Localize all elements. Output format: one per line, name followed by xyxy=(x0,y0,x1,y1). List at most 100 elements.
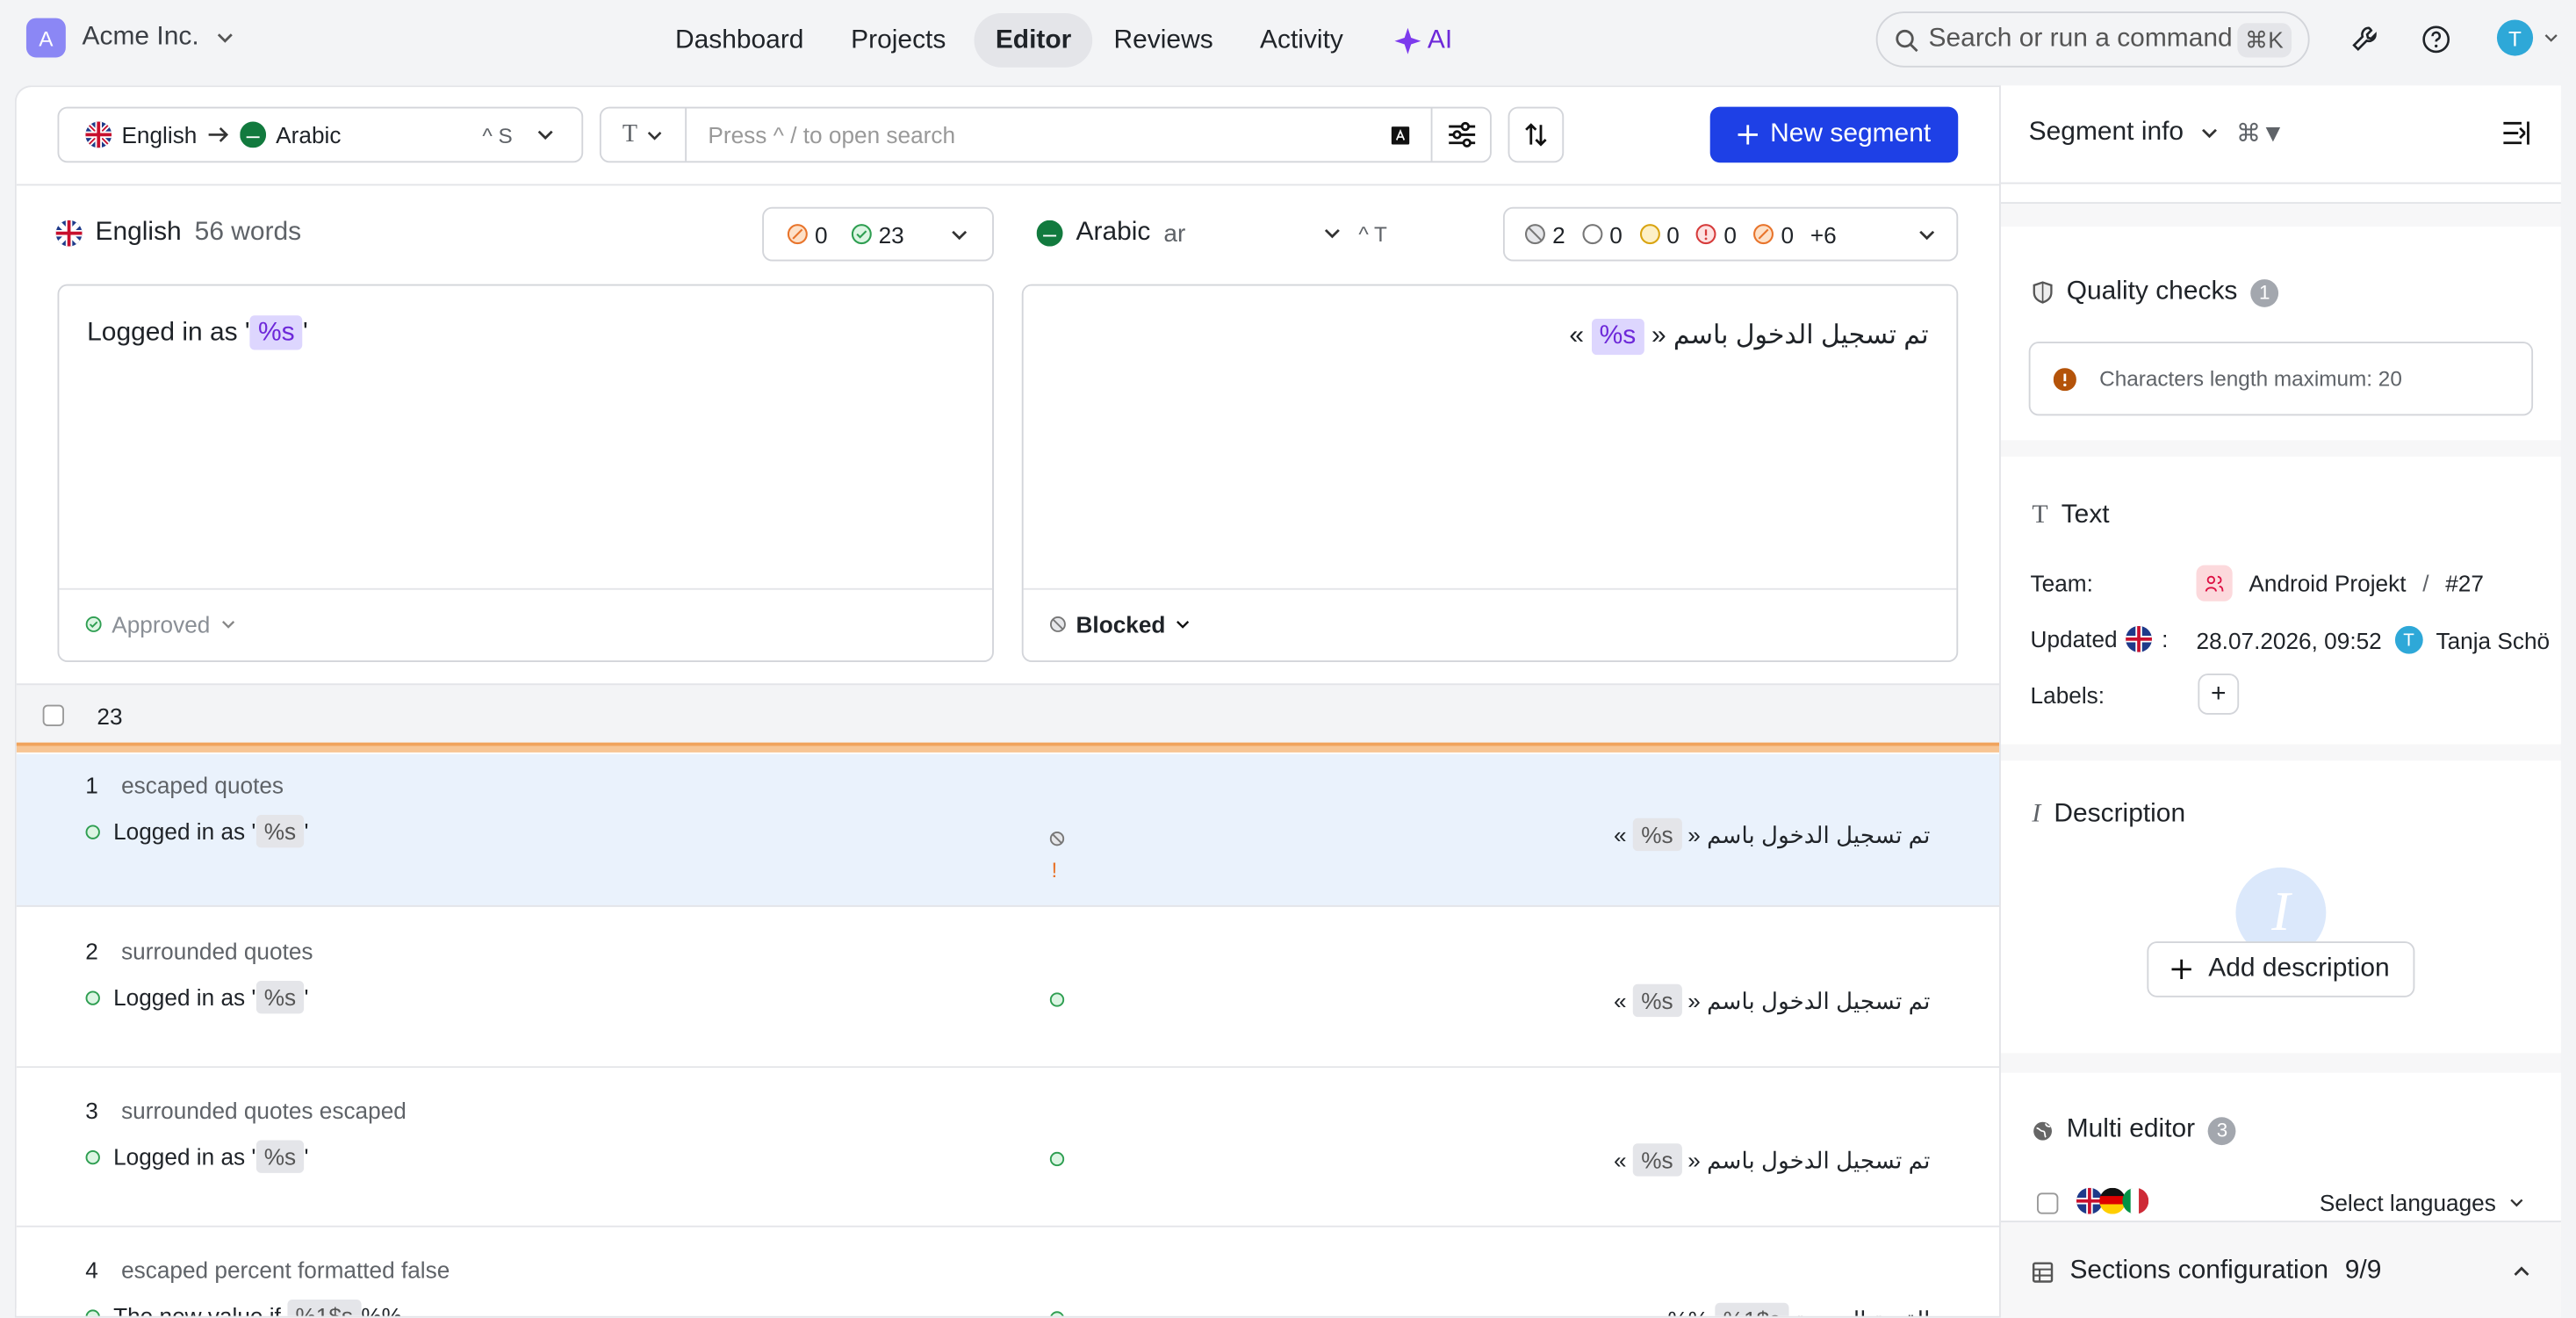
sections-count: 9/9 xyxy=(2344,1257,2382,1286)
sections-title: Sections configuration xyxy=(2069,1257,2329,1286)
segment-target: تم تسجيل الدخول باسم « %s » xyxy=(1614,817,1930,852)
empty-count-value: 0 xyxy=(1609,220,1623,248)
command-search[interactable]: Search or run a command ⌘K xyxy=(1875,11,2310,68)
tab-ai-label: AI xyxy=(1427,25,1453,54)
unreviewed-count-value: 0 xyxy=(1781,220,1795,248)
segment-id: #27 xyxy=(2445,570,2484,597)
sections-header: Sections configuration 9/9 xyxy=(2032,1257,2381,1286)
segment-header: 3 surrounded quotes escaped xyxy=(85,1098,407,1124)
placeholder-tag: %s xyxy=(1632,817,1681,852)
target-editor[interactable]: تم تسجيل الدخول باسم « %s » Blocked xyxy=(1021,284,1959,663)
tab-ai[interactable]: AI xyxy=(1373,13,1473,68)
help-icon[interactable] xyxy=(2414,18,2457,61)
quality-header: Quality checks 1 xyxy=(2032,277,2279,307)
sparkle-icon xyxy=(1394,26,1421,54)
segment-number: 3 xyxy=(85,1097,98,1124)
select-languages-dropdown[interactable]: Select languages xyxy=(2320,1190,2526,1216)
sections-configuration[interactable]: Sections configuration 9/9 xyxy=(2000,1221,2561,1318)
quality-issue[interactable]: Characters length maximum: 20 xyxy=(2028,342,2534,416)
placeholder-tag: %s xyxy=(1632,983,1681,1018)
segment-source: The new value if %1$s%% xyxy=(85,1299,402,1316)
source-language-label: English xyxy=(95,218,182,247)
tab-editor[interactable]: Editor xyxy=(974,12,1093,68)
org-name: Acme Inc. xyxy=(82,23,199,52)
add-description-button[interactable]: Add description xyxy=(2147,941,2415,998)
approved-count-value: 23 xyxy=(878,220,904,248)
tab-dashboard[interactable]: Dashboard xyxy=(654,13,825,68)
segment-source-suffix: ' xyxy=(304,817,309,845)
segment-target-text: تم تسجيل الدخول باسم « xyxy=(1687,987,1931,1014)
filter-settings-icon[interactable] xyxy=(1430,108,1490,162)
segment-key: escaped percent formatted false xyxy=(121,1257,450,1284)
description-section: I Description I Add description xyxy=(2000,760,2561,1054)
tab-activity[interactable]: Activity xyxy=(1239,13,1364,68)
language-flags xyxy=(2076,1187,2149,1214)
updated-user: Tanja Schö xyxy=(2436,626,2551,653)
placeholder-tag: %s xyxy=(249,315,303,350)
approved-count: 23 xyxy=(851,221,904,248)
collapse-panel-icon[interactable] xyxy=(2502,120,2532,147)
target-status-select[interactable]: Blocked xyxy=(1049,611,1192,637)
filter-type-select[interactable]: T xyxy=(601,108,687,162)
segment-target: تم تسجيل الدخول باسم « %s » xyxy=(1614,1143,1930,1177)
chevron-down-icon xyxy=(2200,123,2220,142)
editor-panel: English Arabic ^ S T Press ^ / to open s… xyxy=(14,85,2000,1318)
quality-issue-text: Characters length maximum: 20 xyxy=(2099,366,2402,392)
updated-timestamp: 28.07.2026, 09:52 xyxy=(2196,626,2382,653)
sidebar-title-select[interactable]: Segment info ⌘▼ xyxy=(2029,119,2285,148)
tab-projects[interactable]: Projects xyxy=(830,13,968,68)
placeholder-tag: %s xyxy=(255,1140,305,1173)
source-status-counts[interactable]: 0 23 xyxy=(762,206,994,262)
approved-icon xyxy=(1049,1151,1065,1167)
draft-count: 0 xyxy=(1638,220,1680,248)
more-statuses: +6 xyxy=(1810,220,1837,248)
draft-count-value: 0 xyxy=(1666,220,1680,248)
segment-row[interactable]: 3 surrounded quotes escaped Logged in as … xyxy=(16,1068,2000,1228)
team-name[interactable]: Android Projekt xyxy=(2249,570,2406,596)
segment-row[interactable]: 2 surrounded quotes Logged in as ' %s ' تم … xyxy=(16,908,2000,1069)
placeholder-tag: %s xyxy=(1632,1143,1681,1177)
segment-source-suffix: ' xyxy=(304,983,309,1011)
unreviewed-count-value: 0 xyxy=(815,220,828,248)
segment-source: Logged in as ' %s ' xyxy=(85,1140,309,1173)
chevron-down-icon xyxy=(2509,1194,2526,1211)
segment-search-input[interactable]: Press ^ / to open search xyxy=(687,108,1431,161)
placeholder-tag: %s xyxy=(255,815,305,848)
source-header: English 56 words xyxy=(55,218,301,248)
separator: / xyxy=(2422,570,2429,597)
quality-title: Quality checks xyxy=(2066,277,2238,306)
sidebar-shortcut: ⌘▼ xyxy=(2235,119,2285,148)
user-avatar: T xyxy=(2394,625,2423,654)
error-count: 0 xyxy=(1696,221,1737,248)
multi-editor-checkbox[interactable] xyxy=(2037,1192,2059,1214)
source-status-select[interactable]: Approved xyxy=(85,611,236,637)
sort-icon[interactable] xyxy=(1507,106,1565,163)
new-segment-label: New segment xyxy=(1770,119,1932,148)
new-segment-button[interactable]: New segment xyxy=(1709,106,1959,163)
select-all-checkbox[interactable] xyxy=(42,704,64,726)
user-menu[interactable]: T xyxy=(2496,19,2559,56)
segment-target-end: » xyxy=(1614,987,1627,1014)
section-remnant xyxy=(2000,184,2561,205)
segment-row[interactable]: 4 escaped percent formatted false The new… xyxy=(16,1227,2000,1316)
chevron-up-icon[interactable] xyxy=(2512,1262,2531,1281)
warning-icon: ! xyxy=(1051,857,1058,882)
chevron-down-icon xyxy=(1917,224,1936,243)
chevron-down-icon xyxy=(2543,30,2559,47)
wrench-icon[interactable] xyxy=(2344,18,2387,61)
list-header: 23 xyxy=(16,683,2000,746)
source-text: Logged in as ' %s ' xyxy=(87,315,308,350)
placeholder-tag: %s xyxy=(255,980,305,1014)
org-avatar[interactable]: A xyxy=(25,18,66,58)
segment-row[interactable]: 1 escaped quotes Logged in as ' %s ' ! تم ت… xyxy=(16,753,2000,907)
target-language-dropdown[interactable] xyxy=(1322,223,1342,242)
add-label-button[interactable]: + xyxy=(2198,673,2240,715)
language-pair-select[interactable]: English Arabic ^ S xyxy=(57,106,584,163)
multi-editor-header: Multi editor 3 xyxy=(2032,1115,2236,1145)
org-switcher[interactable]: Acme Inc. xyxy=(83,23,235,53)
approved-icon xyxy=(85,1308,100,1316)
target-status-counts[interactable]: 2 0 0 0 0 +6 xyxy=(1502,206,1959,262)
tab-reviews[interactable]: Reviews xyxy=(1092,13,1234,68)
chevron-down-icon xyxy=(536,125,555,144)
segment-source-prefix: Logged in as ' xyxy=(113,1143,256,1170)
